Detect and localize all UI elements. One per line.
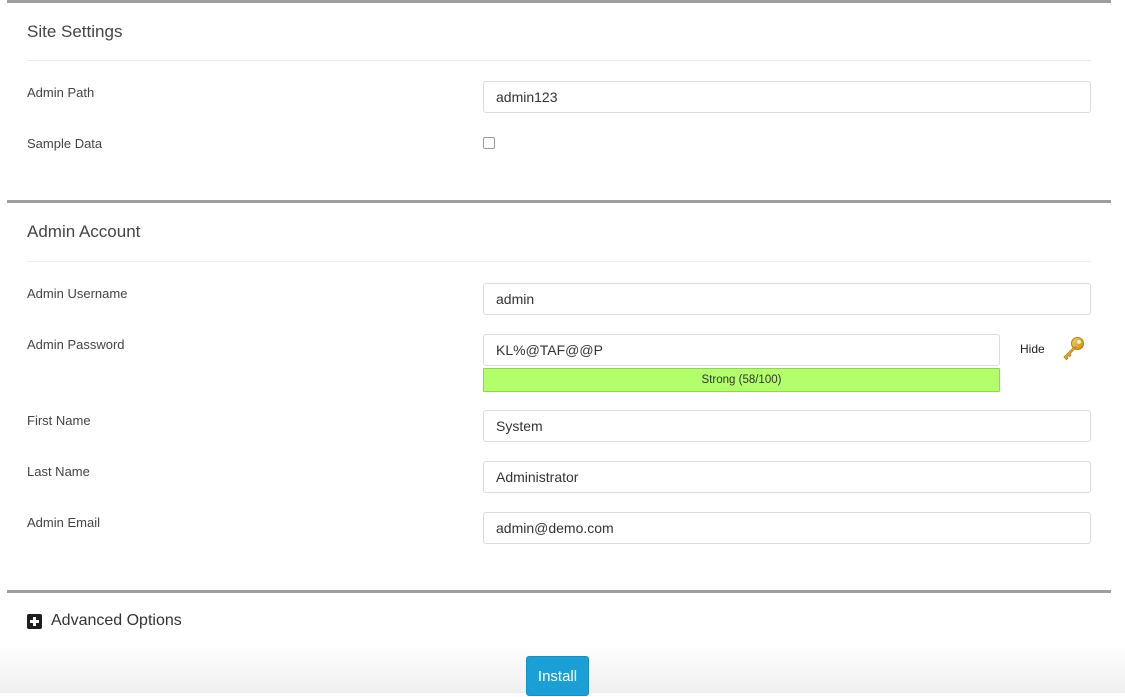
admin-path-label: Admin Path bbox=[27, 85, 95, 100]
install-button[interactable]: Install bbox=[526, 656, 589, 696]
admin-account-panel: Admin Account Admin Username admin Admin… bbox=[7, 200, 1111, 593]
admin-account-divider bbox=[27, 261, 1091, 262]
admin-password-label: Admin Password bbox=[27, 337, 125, 352]
admin-account-title: Admin Account bbox=[27, 222, 141, 241]
sample-data-label: Sample Data bbox=[27, 136, 103, 151]
admin-email-label: Admin Email bbox=[27, 515, 100, 530]
sample-data-checkbox[interactable] bbox=[483, 137, 495, 149]
key-icon[interactable] bbox=[1060, 335, 1086, 361]
last-name-label: Last Name bbox=[27, 464, 90, 479]
plus-square-icon bbox=[27, 613, 42, 629]
site-settings-panel: Site Settings Admin Path admin123 Sample… bbox=[7, 0, 1111, 203]
password-strength-meter: Strong (58/100) bbox=[483, 368, 1000, 392]
site-settings-divider bbox=[27, 60, 1091, 61]
admin-password-input[interactable]: KL%@TAF@@P bbox=[483, 334, 1000, 366]
admin-path-input[interactable]: admin123 bbox=[483, 81, 1091, 113]
admin-username-input[interactable]: admin bbox=[483, 283, 1091, 315]
last-name-input[interactable]: Administrator bbox=[483, 461, 1091, 493]
first-name-label: First Name bbox=[27, 413, 91, 428]
admin-email-input[interactable]: admin@demo.com bbox=[483, 512, 1091, 544]
admin-username-label: Admin Username bbox=[27, 286, 128, 301]
advanced-options-label: Advanced Options bbox=[51, 612, 182, 629]
advanced-options-toggle[interactable]: Advanced Options bbox=[27, 610, 182, 632]
first-name-input[interactable]: System bbox=[483, 410, 1091, 442]
site-settings-title: Site Settings bbox=[27, 22, 123, 41]
hide-password-link[interactable]: Hide bbox=[1020, 342, 1045, 356]
